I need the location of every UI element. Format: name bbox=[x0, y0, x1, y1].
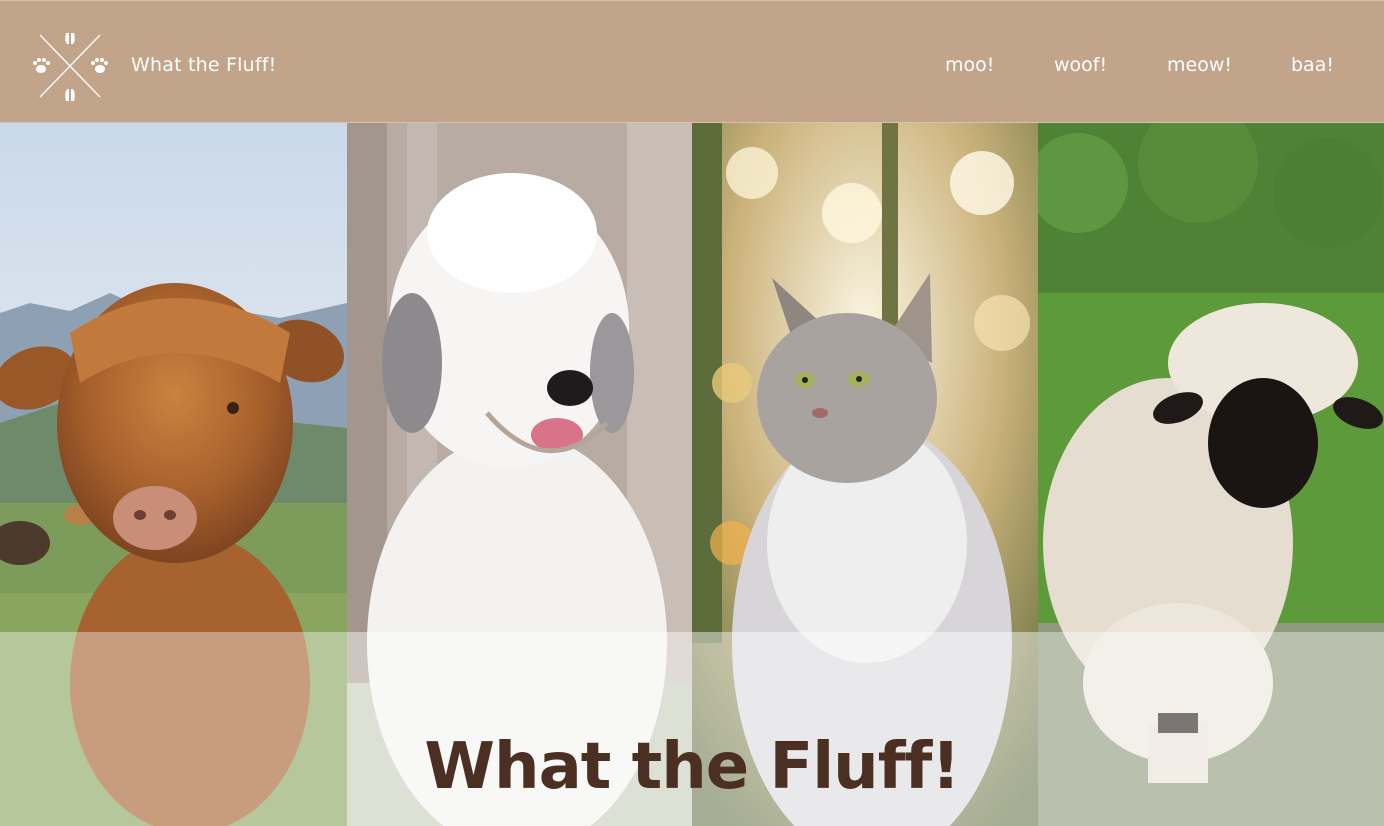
nav-item-meow[interactable]: meow! bbox=[1167, 54, 1232, 76]
site-header: What the Fluff! moo! woof! meow! baa! bbox=[0, 0, 1384, 123]
hero-title: What the Fluff! bbox=[424, 729, 960, 804]
nav-item-woof[interactable]: woof! bbox=[1054, 54, 1107, 76]
main-nav: moo! woof! meow! baa! bbox=[0, 54, 1384, 84]
hero-banner bbox=[0, 123, 1384, 826]
nav-item-baa[interactable]: baa! bbox=[1291, 54, 1334, 76]
nav-item-moo[interactable]: moo! bbox=[945, 54, 994, 76]
